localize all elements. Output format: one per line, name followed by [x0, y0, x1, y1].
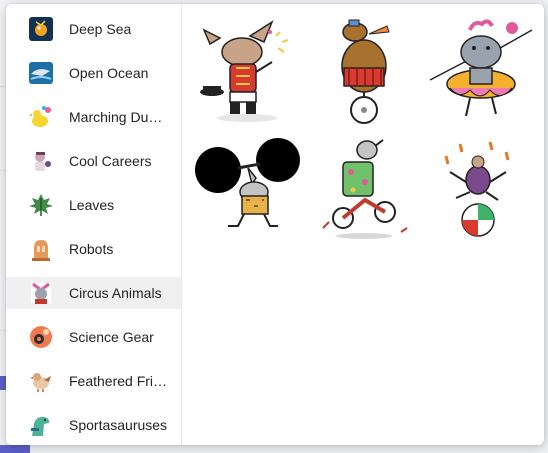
unicycle-bear-sticker[interactable]: [309, 16, 419, 126]
sticker-category-list: Deep Sea Open Ocean Marching Ducks Cool …: [6, 4, 182, 445]
feathered-friends-thumbnail: [28, 368, 54, 394]
category-label: Sportasauruses: [69, 417, 168, 433]
category-label: Robots: [69, 241, 114, 257]
category-sportasauruses[interactable]: Sportasauruses: [6, 409, 181, 441]
sticker-grid: [182, 4, 544, 445]
category-robots[interactable]: Robots: [6, 233, 181, 265]
robots-thumbnail: [28, 236, 54, 262]
deep-sea-thumbnail: [28, 16, 54, 42]
strongman-rhino-sticker[interactable]: [192, 134, 302, 244]
category-label: Open Ocean: [69, 65, 149, 81]
category-label: Cool Careers: [69, 153, 152, 169]
marching-ducks-thumbnail: [28, 104, 54, 130]
circus-animals-thumbnail: [28, 280, 54, 306]
science-gear-thumbnail: [28, 324, 54, 350]
background-button: [0, 445, 30, 453]
motorbike-rhino-sticker[interactable]: [309, 134, 419, 244]
category-deep-sea[interactable]: Deep Sea: [6, 13, 181, 45]
category-circus-animals[interactable]: Circus Animals: [6, 277, 181, 309]
category-cool-careers[interactable]: Cool Careers: [6, 145, 181, 177]
category-label: Marching Ducks: [69, 109, 169, 125]
ringmaster-rabbit-sticker[interactable]: [192, 16, 302, 126]
juggling-ball-sticker[interactable]: [426, 134, 536, 244]
category-marching-ducks[interactable]: Marching Ducks: [6, 101, 181, 133]
category-leaves[interactable]: Leaves: [6, 189, 181, 221]
category-science-gear[interactable]: Science Gear: [6, 321, 181, 353]
category-label: Circus Animals: [69, 285, 162, 301]
tightrope-hippo-sticker[interactable]: [426, 16, 536, 126]
sticker-picker-popup: Deep Sea Open Ocean Marching Ducks Cool …: [6, 4, 544, 445]
category-open-ocean[interactable]: Open Ocean: [6, 57, 181, 89]
category-feathered-friends[interactable]: Feathered Frie...: [6, 365, 181, 397]
category-label: Feathered Frie...: [69, 373, 169, 389]
category-label: Deep Sea: [69, 21, 132, 37]
category-label: Science Gear: [69, 329, 154, 345]
leaves-thumbnail: [28, 192, 54, 218]
cool-careers-thumbnail: [28, 148, 54, 174]
open-ocean-thumbnail: [28, 60, 54, 86]
category-label: Leaves: [69, 197, 115, 213]
sportasauruses-thumbnail: [28, 412, 54, 438]
